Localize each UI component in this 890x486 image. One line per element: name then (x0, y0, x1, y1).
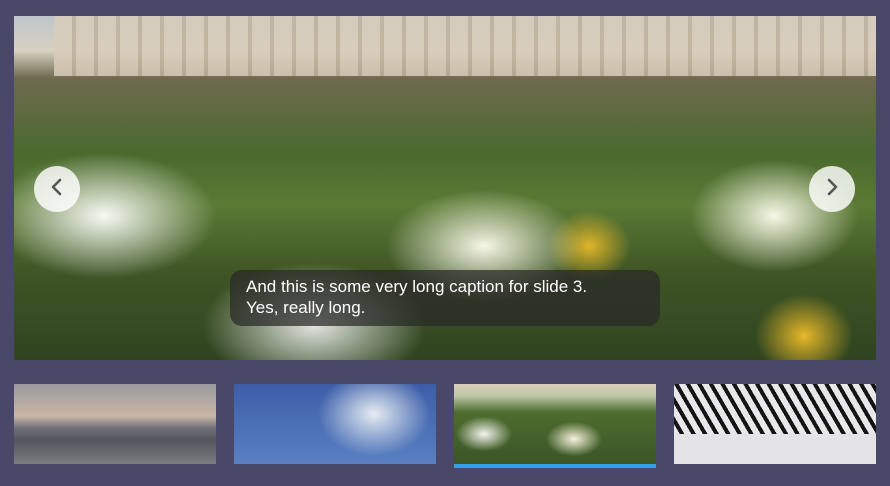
slide-caption: And this is some very long caption for s… (230, 270, 660, 326)
thumbnail-1[interactable] (14, 384, 216, 464)
chevron-left-icon (47, 177, 67, 202)
chevron-right-icon (822, 177, 842, 202)
thumbnail-strip (14, 384, 876, 468)
next-slide-button[interactable] (809, 166, 855, 212)
slide-image-building (54, 16, 876, 76)
thumbnail-3-active[interactable] (454, 384, 656, 468)
prev-slide-button[interactable] (34, 166, 80, 212)
thumbnail-4[interactable] (674, 384, 876, 464)
caption-line-2: Yes, really long. (246, 298, 366, 317)
caption-line-1: And this is some very long caption for s… (246, 277, 588, 296)
slide-viewport: And this is some very long caption for s… (14, 16, 876, 360)
thumbnail-2[interactable] (234, 384, 436, 464)
